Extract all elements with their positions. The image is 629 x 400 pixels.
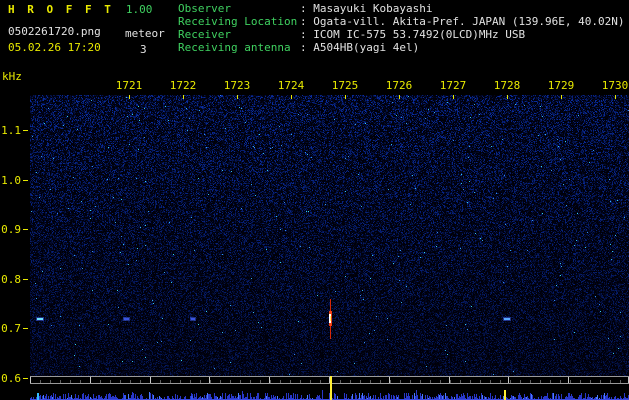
signal-strength-canvas <box>30 384 629 400</box>
time-tick-label: 1721 <box>115 79 143 92</box>
station-info-row: Receiving Location: Ogata-vill. Akita-Pr… <box>178 15 625 28</box>
minute-ruler-canvas <box>30 376 629 384</box>
info-colon: : <box>300 41 314 54</box>
freq-tick-mark <box>23 378 28 379</box>
freq-tick-label: 1.1 <box>1 124 21 137</box>
station-info-row: Receiving antenna: A504HB(yagi 4el) <box>178 41 625 54</box>
app-version-label: 1.00 <box>125 3 153 16</box>
info-label: Receiving Location <box>178 15 298 28</box>
time-tick-label: 1724 <box>277 79 305 92</box>
time-axis: 1721 1722 1723 1724 1725 1726 1727 1728 1729 1730 <box>0 79 629 92</box>
info-value: Ogata-vill. Akita-Pref. JAPAN (139.96E, … <box>313 15 625 28</box>
time-tick-label: 1727 <box>439 79 467 92</box>
freq-tick-mark <box>23 180 28 181</box>
info-value: ICOM IC-575 53.7492(0LCD)MHz USB <box>313 28 526 41</box>
info-colon: : <box>300 28 314 41</box>
time-tick-label: 1728 <box>493 79 521 92</box>
freq-tick-label: 0.9 <box>1 223 21 236</box>
time-tick-label: 1725 <box>331 79 359 92</box>
info-colon: : <box>300 15 314 28</box>
freq-axis: 1.1 1.0 0.9 0.8 0.7 0.6 <box>0 0 30 400</box>
freq-tick-label: 1.0 <box>1 174 21 187</box>
time-tick-label: 1726 <box>385 79 413 92</box>
mode-label: meteor <box>125 27 165 40</box>
freq-tick-label: 0.8 <box>1 273 21 286</box>
info-label: Receiving antenna <box>178 41 291 54</box>
meteor-count: 3 <box>140 43 147 56</box>
hrofft-output-image: H R O F F T 1.00 0502261720.png meteor 0… <box>0 0 629 400</box>
freq-tick-mark <box>23 328 28 329</box>
time-tick-label: 1722 <box>169 79 197 92</box>
time-tick-label: 1729 <box>547 79 575 92</box>
info-colon: : <box>300 2 314 15</box>
time-tick-label: 1723 <box>223 79 251 92</box>
info-label: Observer <box>178 2 231 15</box>
freq-tick-mark <box>23 229 28 230</box>
freq-tick-label: 0.6 <box>1 372 21 385</box>
spectrogram-canvas <box>30 95 629 376</box>
freq-tick-mark <box>23 130 28 131</box>
info-label: Receiver <box>178 28 231 41</box>
station-info: Observer: Masayuki Kobayashi Receiving Lo… <box>178 2 625 54</box>
station-info-row: Receiver: ICOM IC-575 53.7492(0LCD)MHz U… <box>178 28 625 41</box>
info-value: Masayuki Kobayashi <box>313 2 433 15</box>
freq-tick-mark <box>23 279 28 280</box>
station-info-row: Observer: Masayuki Kobayashi <box>178 2 625 15</box>
freq-tick-label: 0.7 <box>1 322 21 335</box>
time-tick-label: 1730 <box>601 79 629 92</box>
info-value: A504HB(yagi 4el) <box>313 41 420 54</box>
